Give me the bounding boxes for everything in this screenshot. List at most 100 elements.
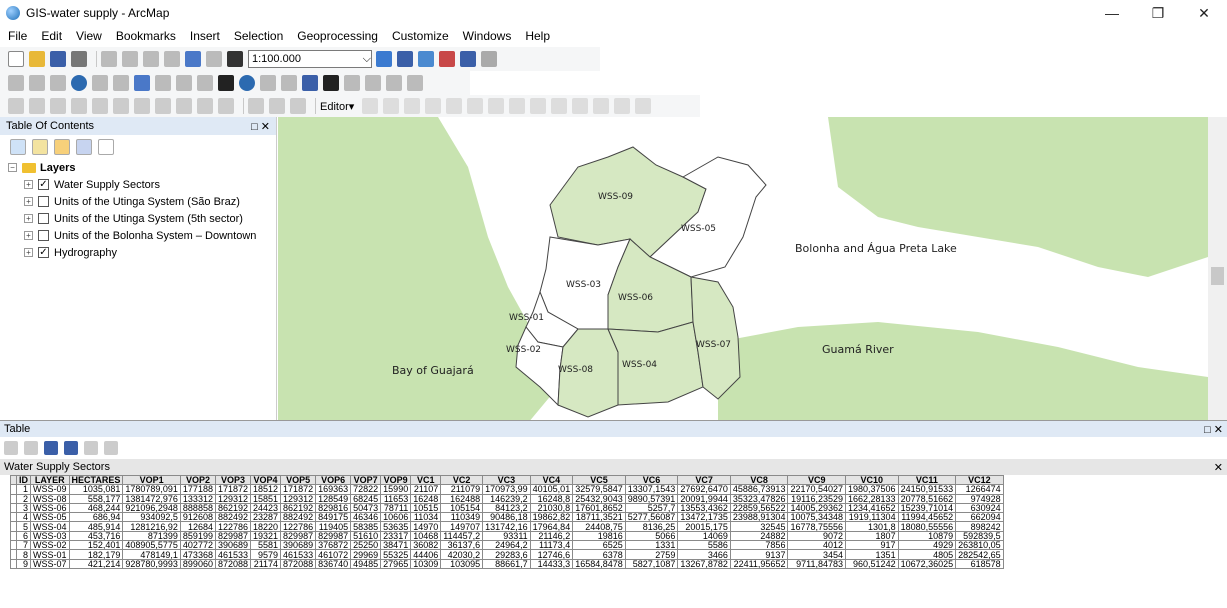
create-features-icon[interactable] (635, 98, 652, 114)
layout-tools-icon[interactable] (176, 98, 192, 114)
table-row[interactable]: 1 WSS-09 1035,081 1780789,091 177188 171872 18… (10, 484, 1004, 495)
clear-selection-table-icon[interactable] (84, 441, 98, 455)
menu-geoprocessing[interactable]: Geoprocessing (297, 29, 378, 43)
delete-icon[interactable] (164, 51, 180, 67)
delete-selected-icon[interactable] (104, 441, 118, 455)
select-by-attributes-icon[interactable] (44, 441, 58, 455)
column-header-vc7[interactable]: VC7 (677, 474, 731, 486)
catalog-icon[interactable] (418, 51, 434, 67)
straight-segment-icon[interactable] (404, 98, 421, 114)
layer-visibility-checkbox[interactable] (38, 196, 49, 207)
python-icon[interactable] (481, 51, 497, 67)
edit-tool-icon[interactable] (362, 98, 379, 114)
options-icon[interactable] (98, 139, 114, 155)
table-row[interactable]: 2 WSS-08 558,177 1381472,976 133312 129312 158… (10, 493, 1004, 504)
layer-item[interactable]: + Units of the Utinga System (São Braz) (8, 193, 276, 210)
paste-icon[interactable] (143, 51, 159, 67)
map-vertical-scrollbar[interactable] (1208, 117, 1227, 423)
minimize-button[interactable]: — (1089, 0, 1135, 26)
map-canvas[interactable]: WSS-09 WSS-05 WSS-03 WSS-06 WSS-01 WSS-02 WSS-… (278, 117, 1208, 423)
column-header-vc9[interactable]: VC9 (787, 474, 847, 486)
layout-tools-icon[interactable] (113, 98, 129, 114)
open-folder-icon[interactable] (29, 51, 45, 67)
georeference-icon[interactable] (248, 98, 264, 114)
column-header-vop6[interactable]: VOP6 (315, 474, 352, 486)
column-header-vc11[interactable]: VC11 (897, 474, 957, 486)
fixed-zoom-in-icon[interactable] (92, 75, 108, 91)
column-header-vc10[interactable]: VC10 (845, 474, 899, 486)
find-route-icon[interactable] (344, 75, 360, 91)
edit-annotation-icon[interactable] (383, 98, 400, 114)
attributes-icon[interactable] (593, 98, 610, 114)
column-header-vc1[interactable]: VC1 (410, 474, 442, 486)
menu-help[interactable]: Help (525, 29, 550, 43)
cut-polygons-icon[interactable] (530, 98, 547, 114)
column-header-vop2[interactable]: VOP2 (179, 474, 216, 486)
column-header-vc2[interactable]: VC2 (440, 474, 484, 486)
layer-item[interactable]: + Units of the Utinga System (5th sector) (8, 210, 276, 227)
layout-tools-icon[interactable] (134, 98, 150, 114)
column-header-vop1[interactable]: VOP1 (122, 474, 181, 486)
table-window-close-icon[interactable]: □ ✕ (1204, 423, 1223, 436)
column-header-vc8[interactable]: VC8 (729, 474, 789, 486)
column-header-vop3[interactable]: VOP3 (214, 474, 252, 486)
table-tab[interactable]: Water Supply Sectors ✕ (0, 459, 1227, 475)
table-row[interactable]: 8 WSS-01 182,179 478149,1 473368 461533 9579 46… (10, 549, 1004, 560)
point-icon[interactable] (467, 98, 484, 114)
expand-icon[interactable]: + (24, 231, 33, 240)
toc-close-icon[interactable]: □ ✕ (251, 120, 270, 133)
save-icon[interactable] (50, 51, 66, 67)
back-extent-icon[interactable] (134, 75, 150, 91)
switch-selection-icon[interactable] (64, 441, 78, 455)
table-row[interactable]: 7 WSS-02 152,401 408905,5775 402772 390689 558… (10, 540, 1004, 551)
measure-icon[interactable] (302, 75, 318, 91)
expand-icon[interactable]: + (24, 197, 33, 206)
layout-tools-icon[interactable] (71, 98, 87, 114)
rotate-icon[interactable] (572, 98, 589, 114)
list-by-visibility-icon[interactable] (54, 139, 70, 155)
menu-customize[interactable]: Customize (392, 29, 449, 43)
column-header-vop7[interactable]: VOP7 (350, 474, 382, 486)
cut-icon[interactable] (101, 51, 117, 67)
split-icon[interactable] (551, 98, 568, 114)
layer-visibility-checkbox[interactable] (38, 213, 49, 224)
column-header-vop5[interactable]: VOP5 (280, 474, 317, 486)
maximize-button[interactable]: ❐ (1135, 0, 1181, 26)
layout-tools-icon[interactable] (218, 98, 234, 114)
undo-icon[interactable] (185, 51, 201, 67)
menu-edit[interactable]: Edit (41, 29, 62, 43)
clear-selection-icon[interactable] (197, 75, 213, 91)
layers-root[interactable]: − Layers (8, 159, 276, 176)
redo-icon[interactable] (206, 51, 222, 67)
column-header-vop9[interactable]: VOP9 (380, 474, 412, 486)
georeference-icon[interactable] (269, 98, 285, 114)
list-by-drawing-order-icon[interactable] (10, 139, 26, 155)
viewer-window-icon[interactable] (407, 75, 423, 91)
column-header-vc4[interactable]: VC4 (529, 474, 574, 486)
column-header-layer[interactable]: LAYER (30, 474, 70, 486)
add-data-icon[interactable] (227, 51, 243, 67)
edit-vertices-icon[interactable] (488, 98, 505, 114)
layer-item[interactable]: + Units of the Bolonha System – Downtown (8, 227, 276, 244)
menu-insert[interactable]: Insert (190, 29, 220, 43)
layout-tools-icon[interactable] (197, 98, 213, 114)
table-row[interactable]: 4 WSS-05 686,94 934092,5 912608 882492 23287 88… (10, 512, 1004, 523)
reshape-icon[interactable] (509, 98, 526, 114)
full-extent-icon[interactable] (71, 75, 87, 91)
fixed-zoom-out-icon[interactable] (113, 75, 129, 91)
expand-icon[interactable]: + (24, 248, 33, 257)
menu-windows[interactable]: Windows (463, 29, 512, 43)
expand-icon[interactable]: + (24, 214, 33, 223)
select-elements-icon[interactable] (218, 75, 234, 91)
layout-tools-icon[interactable] (92, 98, 108, 114)
find-icon[interactable] (323, 75, 339, 91)
list-by-source-icon[interactable] (32, 139, 48, 155)
layout-tools-icon[interactable] (29, 98, 45, 114)
print-icon[interactable] (71, 51, 87, 67)
column-header-vc6[interactable]: VC6 (624, 474, 679, 486)
menu-file[interactable]: File (8, 29, 27, 43)
table-row[interactable]: 3 WSS-06 468,244 921096,2948 888858 862192 244… (10, 502, 1004, 514)
new-document-icon[interactable] (8, 51, 24, 67)
table-options-icon[interactable] (4, 441, 18, 455)
column-header-id[interactable]: ID (16, 474, 31, 486)
